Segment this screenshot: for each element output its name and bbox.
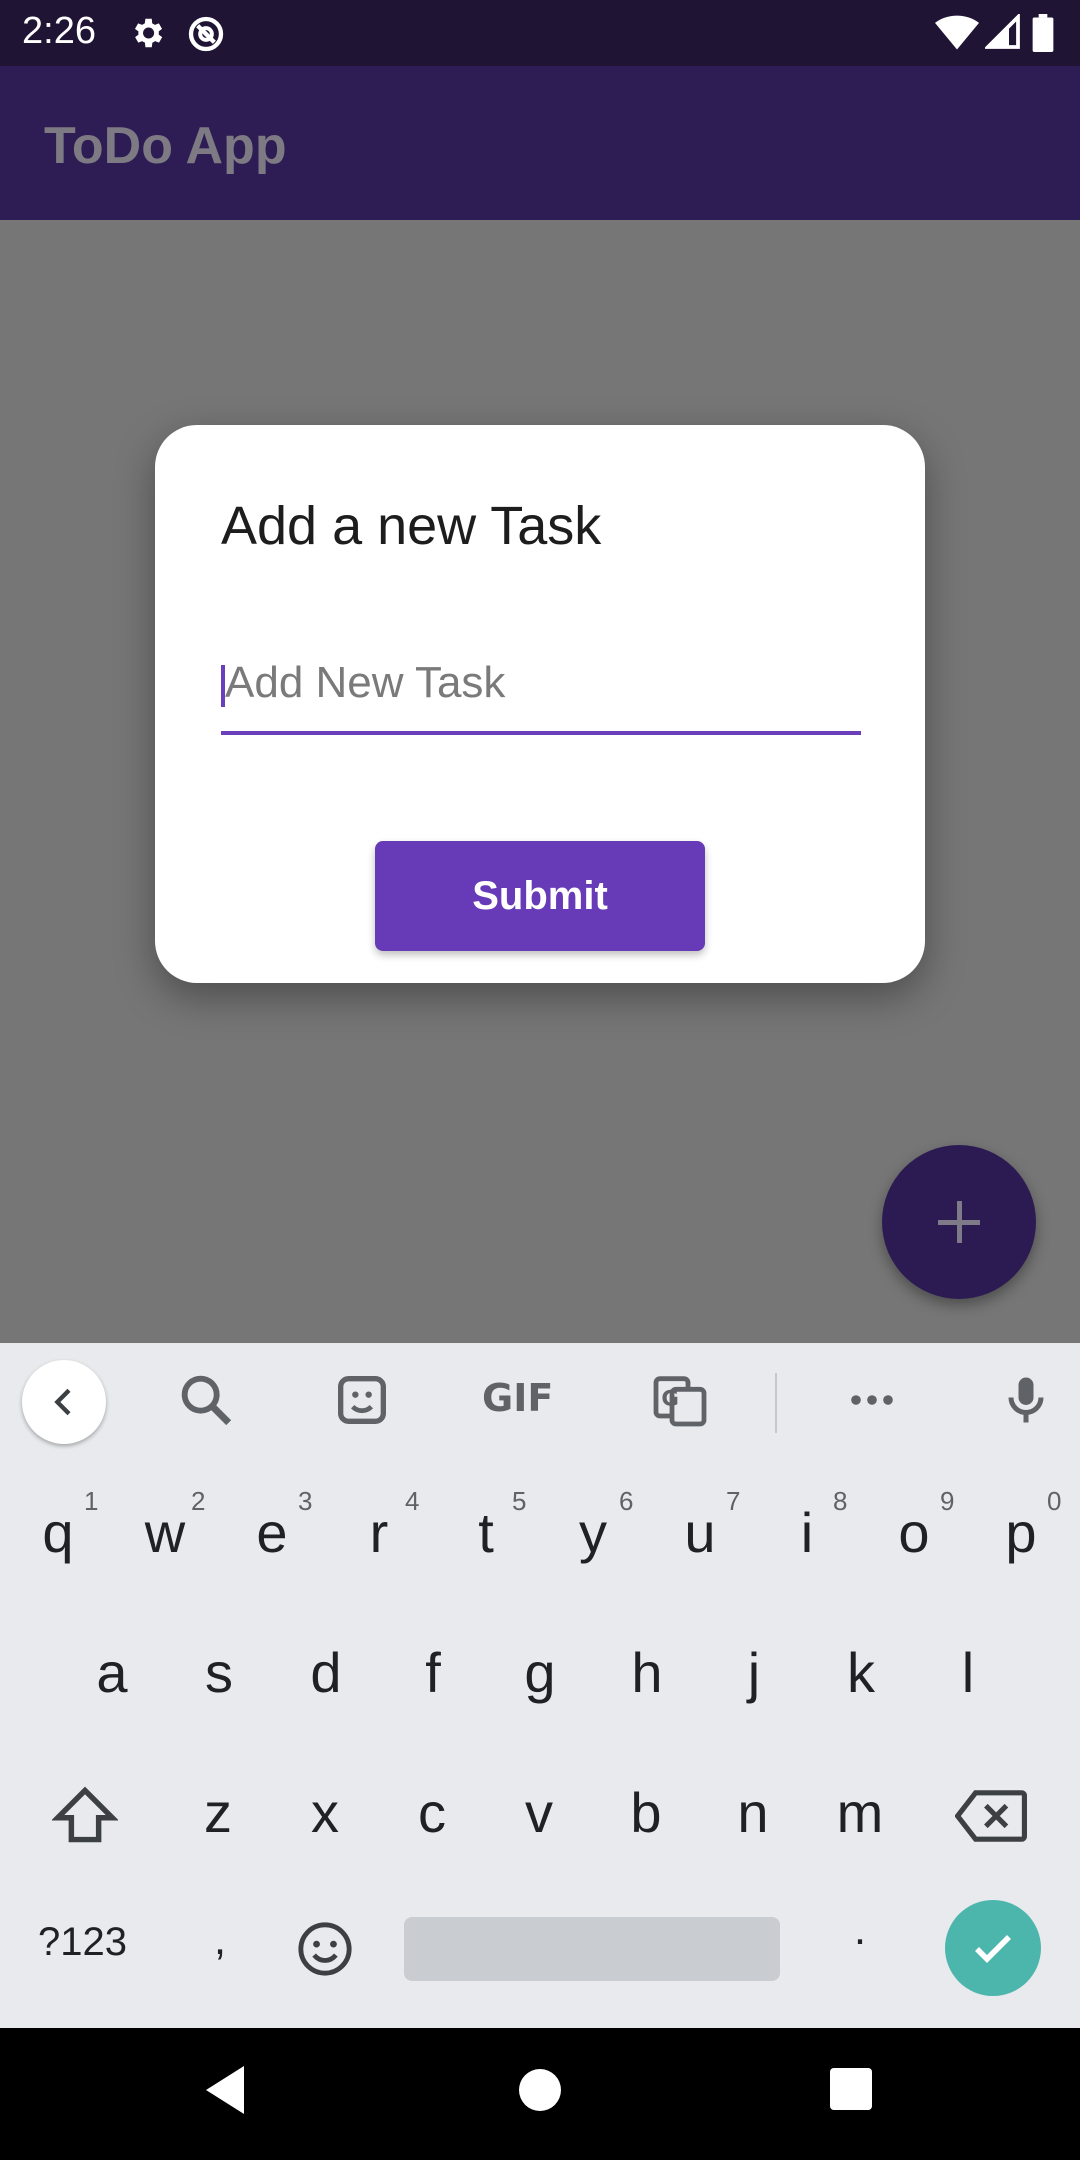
key-u[interactable]: u — [670, 1500, 730, 1565]
emoji-key[interactable] — [296, 1920, 354, 1983]
data-saver-icon — [186, 14, 226, 54]
text-cursor — [221, 665, 225, 707]
shift-key[interactable] — [51, 1785, 119, 1850]
key-hint-9: 9 — [940, 1486, 955, 1516]
search-icon[interactable] — [174, 1368, 244, 1438]
key-y[interactable]: y — [563, 1500, 623, 1565]
key-w[interactable]: w — [135, 1500, 195, 1565]
app-bar: ToDo App — [0, 66, 1080, 220]
key-f[interactable]: f — [403, 1640, 463, 1705]
settings-icon — [128, 14, 166, 52]
back-nav-icon[interactable] — [204, 2064, 248, 2116]
home-nav-icon[interactable] — [518, 2068, 562, 2112]
key-hint-8: 8 — [833, 1486, 848, 1516]
key-v[interactable]: v — [509, 1780, 569, 1845]
battery-icon — [1032, 14, 1054, 52]
key-b[interactable]: b — [616, 1780, 676, 1845]
key-a[interactable]: a — [82, 1640, 142, 1705]
key-o[interactable]: o — [884, 1500, 944, 1565]
key-j[interactable]: j — [724, 1640, 784, 1705]
key-k[interactable]: k — [831, 1640, 891, 1705]
keyboard-toolbar: GIF G — [0, 1343, 1080, 1463]
plus-icon — [882, 1145, 1036, 1299]
more-icon[interactable] — [840, 1368, 910, 1438]
gif-button[interactable]: GIF — [482, 1376, 592, 1446]
wifi-icon — [935, 14, 979, 52]
toolbar-divider — [775, 1373, 777, 1433]
space-bar[interactable] — [404, 1917, 780, 1981]
key-s[interactable]: s — [189, 1640, 249, 1705]
key-q[interactable]: q — [28, 1500, 88, 1565]
key-n[interactable]: n — [723, 1780, 783, 1845]
task-input-container[interactable] — [221, 635, 861, 735]
status-bar: 2:26 — [0, 0, 1080, 66]
signal-icon — [985, 14, 1021, 50]
dialog-title: Add a new Task — [221, 496, 602, 556]
key-x[interactable]: x — [295, 1780, 355, 1845]
submit-button[interactable]: Submit — [375, 841, 705, 951]
key-e[interactable]: e — [242, 1500, 302, 1565]
key-d[interactable]: d — [296, 1640, 356, 1705]
sticker-icon[interactable] — [330, 1368, 400, 1438]
navigation-bar — [0, 2028, 1080, 2160]
add-task-fab[interactable] — [882, 1145, 1036, 1299]
mic-icon[interactable] — [996, 1368, 1066, 1438]
key-h[interactable]: h — [617, 1640, 677, 1705]
recents-nav-icon[interactable] — [830, 2068, 872, 2110]
key-z[interactable]: z — [188, 1780, 248, 1845]
key-hint-0: 0 — [1047, 1486, 1062, 1516]
task-input[interactable] — [221, 635, 861, 731]
translate-icon[interactable]: G — [648, 1368, 718, 1438]
period-key[interactable]: . — [845, 1905, 875, 1955]
key-hint-7: 7 — [726, 1486, 741, 1516]
key-i[interactable]: i — [777, 1500, 837, 1565]
comma-key[interactable]: , — [205, 1915, 235, 1965]
add-task-dialog: Add a new Task Submit — [155, 425, 925, 983]
back-icon[interactable] — [22, 1360, 106, 1444]
key-g[interactable]: g — [510, 1640, 570, 1705]
status-time: 2:26 — [22, 10, 96, 52]
key-p[interactable]: p — [991, 1500, 1051, 1565]
key-t[interactable]: t — [456, 1500, 516, 1565]
key-hint-6: 6 — [619, 1486, 634, 1516]
backspace-key[interactable] — [954, 1790, 1027, 1847]
key-c[interactable]: c — [402, 1780, 462, 1845]
symbols-key[interactable]: ?123 — [38, 1920, 138, 1965]
key-m[interactable]: m — [830, 1780, 890, 1845]
key-l[interactable]: l — [938, 1640, 998, 1705]
key-r[interactable]: r — [349, 1500, 409, 1565]
key-hint-3: 3 — [298, 1486, 313, 1516]
key-hint-4: 4 — [405, 1486, 420, 1516]
app-title: ToDo App — [44, 117, 287, 175]
key-hint-2: 2 — [191, 1486, 206, 1516]
svg-text:G: G — [661, 1386, 679, 1411]
key-hint-1: 1 — [84, 1486, 99, 1516]
enter-key[interactable] — [945, 1900, 1041, 1996]
key-hint-5: 5 — [512, 1486, 527, 1516]
